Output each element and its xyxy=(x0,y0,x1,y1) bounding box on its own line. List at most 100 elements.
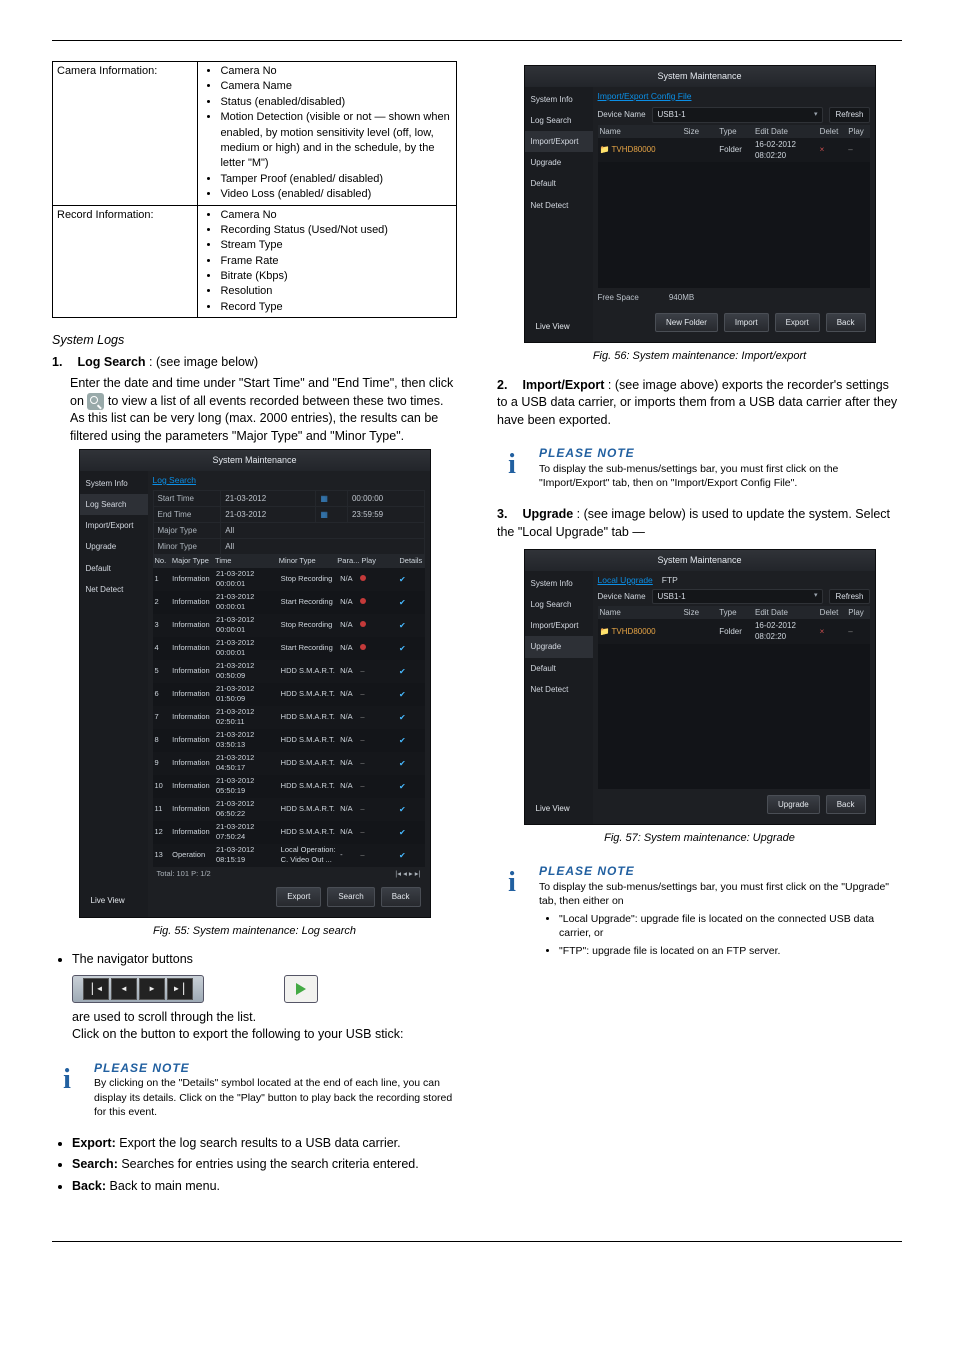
live-view-button[interactable]: Live View xyxy=(91,895,125,906)
list-item: Bitrate (Kbps) xyxy=(220,269,452,284)
fig-55-caption: Fig. 55: System maintenance: Log search xyxy=(52,924,457,939)
delete-icon[interactable]: × xyxy=(820,144,847,155)
tab-ftp[interactable]: FTP xyxy=(662,575,678,585)
table-row[interactable]: 11Information21-03-2012 06:50:22HDD S.M.… xyxy=(153,798,425,821)
window-title: System Maintenance xyxy=(80,450,430,471)
table-row[interactable]: 12Information21-03-2012 07:50:24HDD S.M.… xyxy=(153,821,425,844)
table-row[interactable]: 4Information21-03-2012 00:00:01Start Rec… xyxy=(153,637,425,660)
list-item: Tamper Proof (enabled/ disabled) xyxy=(220,172,452,187)
subtab-log-search[interactable]: Log Search xyxy=(153,475,425,490)
step-1-body: Enter the date and time under "Start Tim… xyxy=(70,375,457,445)
fig-56-caption: Fig. 56: System maintenance: Import/expo… xyxy=(497,349,902,364)
sidebar-item[interactable]: Import/Export xyxy=(80,515,148,536)
sidebar-item-import-export[interactable]: Import/Export xyxy=(525,131,593,152)
navigator-icon: |◂◂▸▸| xyxy=(72,975,204,1003)
log-search-screenshot: System Maintenance System Info Log Searc… xyxy=(79,449,431,917)
table-row[interactable]: 📁 TVHD80000 Folder 16-02-2012 08:02:20 ×… xyxy=(598,138,870,162)
export-button[interactable]: Export xyxy=(775,313,820,332)
note-body: To display the sub-menus/settings bar, y… xyxy=(539,462,902,490)
table-row[interactable]: 📁 TVHD80000 Folder 16-02-2012 08:02:20 ×… xyxy=(598,619,870,643)
upgrade-button[interactable]: Upgrade xyxy=(767,795,820,814)
sidebar-item[interactable]: Upgrade xyxy=(80,536,148,557)
info-icon: i xyxy=(52,1060,82,1119)
note-body: By clicking on the "Details" symbol loca… xyxy=(94,1076,457,1119)
back-button[interactable]: Back xyxy=(826,313,866,332)
list-item: Video Loss (enabled/ disabled) xyxy=(220,187,452,202)
camera-info-label: Camera Information: xyxy=(53,62,198,206)
sidebar-item[interactable]: Net Detect xyxy=(80,579,148,600)
table-row[interactable]: 2Information21-03-2012 00:00:01Start Rec… xyxy=(153,591,425,614)
info-icon: i xyxy=(497,445,527,490)
device-select[interactable]: USB1-1▾ xyxy=(652,107,824,122)
search-icon xyxy=(87,393,104,410)
note-body: To display the sub-menus/settings bar, y… xyxy=(539,880,902,908)
sidebar-item[interactable]: System Info xyxy=(525,573,593,594)
step-2: 2. Import/Export : (see image above) exp… xyxy=(497,377,902,430)
list-item: Camera No xyxy=(220,64,452,79)
refresh-button[interactable]: Refresh xyxy=(829,589,869,604)
back-button[interactable]: Back xyxy=(381,887,421,906)
list-item: Status (enabled/disabled) xyxy=(220,95,452,110)
sidebar-item-log-search[interactable]: Log Search xyxy=(80,494,148,515)
step-3: 3. Upgrade : (see image below) is used t… xyxy=(497,506,902,541)
export-button[interactable]: Export xyxy=(276,887,321,906)
note-heading: PLEASE NOTE xyxy=(539,445,902,462)
sidebar-item[interactable]: Default xyxy=(525,658,593,679)
list-item: Resolution xyxy=(220,284,452,299)
note-heading: PLEASE NOTE xyxy=(539,863,902,880)
live-view-button[interactable]: Live View xyxy=(536,321,570,332)
export-arrow-icon xyxy=(284,975,318,1003)
sidebar-item[interactable]: Import/Export xyxy=(525,615,593,636)
export-bullet: Export: Export the log search results to… xyxy=(72,1135,457,1153)
delete-icon[interactable]: × xyxy=(820,626,847,637)
table-row[interactable]: 1Information21-03-2012 00:00:01Stop Reco… xyxy=(153,568,425,591)
subtab-import-export[interactable]: Import/Export Config File xyxy=(598,91,870,106)
sidebar-item[interactable]: Log Search xyxy=(525,594,593,615)
import-export-screenshot: System Maintenance System Info Log Searc… xyxy=(524,65,876,343)
live-view-button[interactable]: Live View xyxy=(536,803,570,814)
search-bullet: Search: Searches for entries using the s… xyxy=(72,1156,457,1174)
device-select[interactable]: USB1-1▾ xyxy=(652,589,824,604)
sidebar-item[interactable]: Upgrade xyxy=(525,152,593,173)
table-row[interactable]: 6Information21-03-2012 01:50:09HDD S.M.A… xyxy=(153,683,425,706)
note-bullet: "Local Upgrade": upgrade file is located… xyxy=(559,912,902,940)
system-logs-heading: System Logs xyxy=(52,332,457,350)
list-item: Record Type xyxy=(220,300,452,315)
info-icon: i xyxy=(497,863,527,965)
list-item: Motion Detection (visible or not — shown… xyxy=(220,110,452,172)
window-title: System Maintenance xyxy=(525,66,875,87)
sidebar-item[interactable]: Default xyxy=(525,173,593,194)
new-folder-button[interactable]: New Folder xyxy=(655,313,718,332)
search-button[interactable]: Search xyxy=(327,887,374,906)
list-item: Recording Status (Used/Not used) xyxy=(220,223,452,238)
refresh-button[interactable]: Refresh xyxy=(829,107,869,122)
list-item: Camera No xyxy=(220,208,452,223)
sidebar-item-upgrade[interactable]: Upgrade xyxy=(525,636,593,657)
record-info-label: Record Information: xyxy=(53,205,198,318)
sidebar-item[interactable]: Log Search xyxy=(525,110,593,131)
step-1: 1. Log Search : (see image below) xyxy=(52,354,457,372)
table-row[interactable]: 5Information21-03-2012 00:50:09HDD S.M.A… xyxy=(153,660,425,683)
sidebar-item[interactable]: Default xyxy=(80,558,148,579)
table-row[interactable]: 13Operation21-03-2012 08:15:19Local Oper… xyxy=(153,844,425,867)
nav-buttons-bullet: The navigator buttons |◂◂▸▸| are used to… xyxy=(72,951,457,1044)
back-button[interactable]: Back xyxy=(826,795,866,814)
table-row[interactable]: 9Information21-03-2012 04:50:17HDD S.M.A… xyxy=(153,752,425,775)
table-row[interactable]: 3Information21-03-2012 00:00:01Stop Reco… xyxy=(153,614,425,637)
import-button[interactable]: Import xyxy=(724,313,769,332)
window-title: System Maintenance xyxy=(525,550,875,571)
list-item: Camera Name xyxy=(220,79,452,94)
table-row[interactable]: 10Information21-03-2012 05:50:19HDD S.M.… xyxy=(153,775,425,798)
fig-57-caption: Fig. 57: System maintenance: Upgrade xyxy=(497,831,902,846)
sidebar-item[interactable]: Net Detect xyxy=(525,679,593,700)
list-item: Frame Rate xyxy=(220,254,452,269)
sidebar-item[interactable]: System Info xyxy=(525,89,593,110)
back-bullet: Back: Back to main menu. xyxy=(72,1178,457,1196)
record-info-list: Camera No Recording Status (Used/Not use… xyxy=(202,208,452,316)
sidebar-item[interactable]: System Info xyxy=(80,473,148,494)
system-info-table: Camera Information: Camera No Camera Nam… xyxy=(52,61,457,318)
table-row[interactable]: 8Information21-03-2012 03:50:13HDD S.M.A… xyxy=(153,729,425,752)
sidebar-item[interactable]: Net Detect xyxy=(525,195,593,216)
list-item: Stream Type xyxy=(220,238,452,253)
table-row[interactable]: 7Information21-03-2012 02:50:11HDD S.M.A… xyxy=(153,706,425,729)
